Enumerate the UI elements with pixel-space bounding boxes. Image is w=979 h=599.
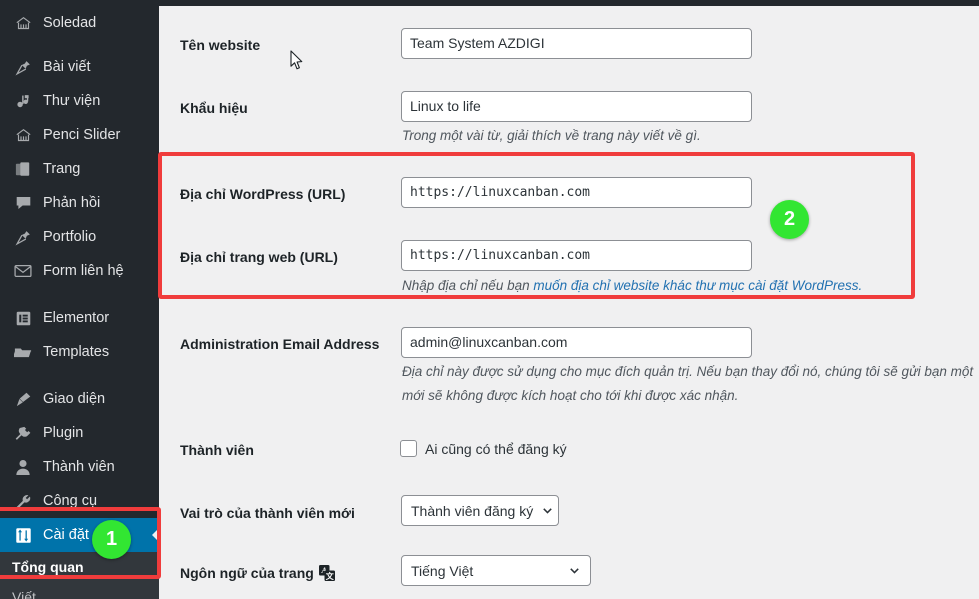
- plug-icon: [12, 423, 34, 443]
- sidebar-item-label: Bài viết: [43, 59, 91, 75]
- admin-email-label: Administration Email Address: [180, 336, 380, 352]
- site-address-label: Địa chỉ trang web (URL): [180, 249, 338, 265]
- membership-label: Thành viên: [180, 442, 254, 458]
- annotation-badge-1: 1: [92, 520, 131, 559]
- membership-checkbox[interactable]: [400, 440, 417, 457]
- settings-submenu: Tổng quan Viết: [0, 552, 159, 599]
- sidebar-item-label: Plugin: [43, 425, 84, 441]
- sidebar-item-plugins[interactable]: Plugin: [0, 416, 159, 450]
- wp-address-input[interactable]: https://linuxcanban.com: [401, 177, 752, 208]
- sidebar-item-label: Soledad: [43, 15, 97, 31]
- wordpress-admin-screen: Soledad Bài viết Thư viện Penci Slider T…: [0, 0, 979, 599]
- sidebar-item-settings[interactable]: Cài đặt: [0, 518, 159, 552]
- pages-icon: [12, 159, 34, 179]
- tagline-input[interactable]: Linux to life: [401, 91, 752, 122]
- brush-icon: [12, 389, 34, 409]
- wrench-icon: [12, 491, 34, 511]
- submenu-item-general[interactable]: Tổng quan: [0, 552, 159, 582]
- sidebar-item-appearance[interactable]: Giao diện: [0, 382, 159, 416]
- sidebar-item-label: Thành viên: [43, 459, 115, 475]
- submenu-item-label: Tổng quan: [12, 559, 84, 575]
- sidebar-item-label: Trang: [43, 161, 81, 177]
- sidebar-item-label: Cài đặt: [43, 527, 89, 543]
- sidebar-item-tools[interactable]: Công cụ: [0, 484, 159, 518]
- sidebar-item-elementor[interactable]: Elementor: [0, 301, 159, 335]
- site-language-label-text: Ngôn ngữ của trang: [180, 565, 314, 581]
- site-address-input[interactable]: https://linuxcanban.com: [401, 240, 752, 271]
- admin-email-description-line2: mới sẽ không được kích hoạt cho tới khi …: [402, 388, 739, 403]
- site-title-input[interactable]: Team System AZDIGI: [401, 28, 752, 59]
- home-icon: [12, 125, 34, 145]
- sidebar-item-label: Giao diện: [43, 391, 106, 407]
- sidebar-item-label: Phản hồi: [43, 195, 101, 211]
- sidebar-item-comments[interactable]: Phản hồi: [0, 186, 159, 220]
- site-language-label: Ngôn ngữ của trang A 文: [180, 565, 335, 581]
- sidebar-item-contact-form[interactable]: Form liên hệ: [0, 254, 159, 288]
- svg-text:文: 文: [326, 571, 335, 581]
- submenu-item-writing[interactable]: Viết: [0, 582, 159, 599]
- submenu-item-label: Viết: [12, 589, 36, 599]
- sidebar-item-templates[interactable]: Templates: [0, 335, 159, 369]
- pin-icon: [12, 227, 34, 247]
- site-address-desc-prefix: Nhập địa chỉ nếu bạn: [402, 278, 534, 293]
- tagline-label: Khẩu hiệu: [180, 100, 248, 116]
- admin-email-description-line1: Địa chỉ này được sử dụng cho mục đích qu…: [402, 364, 974, 379]
- default-role-value: Thành viên đăng ký: [411, 502, 534, 519]
- sidebar-item-users[interactable]: Thành viên: [0, 450, 159, 484]
- sidebar-item-label: Elementor: [43, 310, 110, 326]
- media-icon: [12, 91, 34, 111]
- sidebar-item-pages[interactable]: Trang: [0, 152, 159, 186]
- admin-email-input[interactable]: admin@linuxcanban.com: [401, 327, 752, 358]
- site-language-value: Tiếng Việt: [411, 562, 474, 579]
- sidebar-item-penci-slider[interactable]: Penci Slider: [0, 118, 159, 152]
- membership-checkbox-row[interactable]: Ai cũng có thể đăng ký: [400, 440, 567, 457]
- sidebar-item-label: Penci Slider: [43, 127, 121, 143]
- sidebar-item-soledad[interactable]: Soledad: [0, 6, 159, 40]
- tagline-description: Trong một vài từ, giải thích về trang nà…: [402, 128, 701, 143]
- site-address-desc-link[interactable]: muốn địa chỉ website khác thư mục cài đặ…: [533, 278, 862, 293]
- site-language-select[interactable]: Tiếng Việt: [401, 555, 591, 586]
- site-address-description: Nhập địa chỉ nếu bạn muốn địa chỉ websit…: [402, 278, 862, 293]
- membership-checkbox-label: Ai cũng có thể đăng ký: [425, 440, 567, 457]
- site-title-label: Tên website: [180, 37, 261, 53]
- pin-icon: [12, 57, 34, 77]
- translate-icon: A 文: [318, 565, 335, 581]
- sidebar-item-label: Thư viện: [43, 93, 101, 109]
- chevron-down-icon: [568, 564, 581, 577]
- sidebar-item-label: Portfolio: [43, 229, 97, 245]
- general-settings-form: Tên website Team System AZDIGI Khẩu hiệu…: [159, 6, 979, 599]
- sidebar-item-label: Công cụ: [43, 493, 98, 509]
- chevron-down-icon: [541, 504, 554, 517]
- user-icon: [12, 457, 34, 477]
- comment-icon: [12, 193, 34, 213]
- annotation-badge-2: 2: [770, 200, 809, 239]
- sidebar-item-media[interactable]: Thư viện: [0, 84, 159, 118]
- default-role-select[interactable]: Thành viên đăng ký: [401, 495, 559, 526]
- admin-sidebar-menu[interactable]: Soledad Bài viết Thư viện Penci Slider T…: [0, 0, 159, 599]
- home-icon: [12, 13, 34, 33]
- folder-icon: [12, 342, 34, 362]
- elementor-icon: [12, 308, 34, 328]
- envelope-icon: [12, 261, 34, 281]
- default-role-label: Vai trò của thành viên mới: [180, 505, 355, 521]
- wp-address-label: Địa chỉ WordPress (URL): [180, 186, 346, 202]
- settings-icon: [12, 525, 34, 545]
- sidebar-item-label: Form liên hệ: [43, 263, 124, 279]
- sidebar-item-portfolio[interactable]: Portfolio: [0, 220, 159, 254]
- sidebar-item-posts[interactable]: Bài viết: [0, 50, 159, 84]
- sidebar-item-label: Templates: [43, 344, 110, 360]
